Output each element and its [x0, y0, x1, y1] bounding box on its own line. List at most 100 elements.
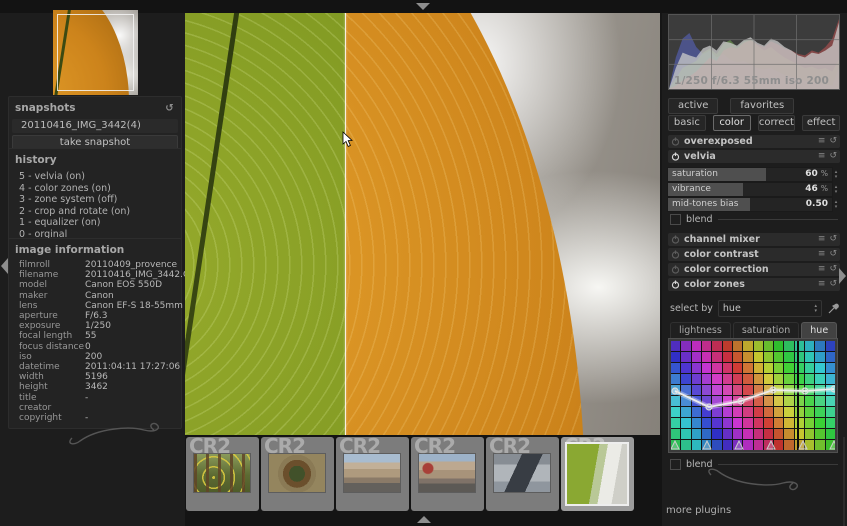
- presets-icon[interactable]: ≡: [818, 152, 826, 161]
- snapshot-item[interactable]: 20110416_IMG_3442(4): [12, 119, 178, 133]
- saturation-slider[interactable]: saturation 60 %: [668, 168, 832, 181]
- tab-favorites[interactable]: favorites: [730, 98, 794, 114]
- main-image-canvas[interactable]: [185, 13, 660, 435]
- tab-basic[interactable]: basic: [668, 115, 706, 131]
- slider-value: 60 %: [805, 169, 828, 179]
- module-name: color zones: [684, 279, 814, 290]
- history-item[interactable]: 1 - equalizer (on): [19, 217, 178, 229]
- presets-icon[interactable]: ≡: [818, 280, 826, 289]
- color-zones-channel-tabs: lightness saturation hue: [670, 322, 840, 338]
- tab-effect[interactable]: effect: [802, 115, 840, 131]
- left-panel: snapshots ↺ 20110416_IMG_3442(4) take sn…: [0, 13, 185, 526]
- reset-icon[interactable]: ↺: [829, 137, 837, 146]
- right-panel-scrollbar[interactable]: [843, 437, 845, 526]
- reset-icon[interactable]: ↺: [829, 235, 837, 244]
- select-by-dropdown[interactable]: hue ▴▾: [718, 300, 822, 317]
- collapse-left-panel-arrow-icon[interactable]: [1, 258, 8, 274]
- filmstrip-thumbnail-5[interactable]: CR2: [486, 437, 559, 511]
- info-row: width5196: [19, 372, 178, 382]
- info-row: apertureF/6.3: [19, 311, 178, 321]
- tab-saturation[interactable]: saturation: [733, 322, 799, 338]
- expand-bottom-panel-arrow-icon[interactable]: [417, 516, 431, 523]
- color-zones-curve-editor[interactable]: [668, 338, 838, 453]
- info-value: 200: [85, 352, 102, 362]
- navigation-viewport-frame[interactable]: [57, 14, 134, 91]
- thumbnail-image: [565, 442, 629, 506]
- filmstrip-thumbnail-4[interactable]: CR2: [411, 437, 484, 511]
- module-header-overexposed[interactable]: overexposed ≡ ↺: [668, 135, 840, 148]
- info-row: iso200: [19, 352, 178, 362]
- filmstrip-thumbnail-3[interactable]: CR2: [336, 437, 409, 511]
- module-header-color-zones[interactable]: color zones ≡ ↺: [668, 278, 840, 291]
- slider-stepper[interactable]: ▴▾: [832, 168, 840, 181]
- info-row: title-: [19, 393, 178, 403]
- thumbnail-image: [269, 454, 325, 492]
- blend-divider: [718, 219, 838, 220]
- expand-top-panel-arrow-icon[interactable]: [416, 3, 430, 10]
- snapshots-title: snapshots: [15, 102, 76, 114]
- mid-tones-bias-slider[interactable]: mid-tones bias 0.50: [668, 198, 832, 211]
- reset-icon[interactable]: ↺: [829, 280, 837, 289]
- thumbnail-image: [419, 454, 475, 492]
- curve-marker-icon: [735, 441, 743, 449]
- expand-right-panel-arrow-icon[interactable]: [839, 268, 846, 284]
- presets-icon[interactable]: ≡: [818, 235, 826, 244]
- power-icon[interactable]: [671, 280, 680, 289]
- info-label: model: [19, 280, 85, 290]
- velvia-module-body: saturation 60 % ▴▾ vibrance 46 % ▴▾: [668, 165, 840, 233]
- power-icon[interactable]: [671, 265, 680, 274]
- info-row: filmroll20110409_provence: [19, 260, 178, 270]
- more-plugins-link[interactable]: more plugins: [666, 505, 731, 516]
- module-header-color-contrast[interactable]: color contrast ≡ ↺: [668, 248, 840, 261]
- module-name: velvia: [684, 151, 814, 162]
- presets-icon[interactable]: ≡: [818, 250, 826, 259]
- reset-icon[interactable]: ↺: [829, 250, 837, 259]
- image-information-title: image information: [15, 244, 124, 256]
- power-icon[interactable]: [671, 137, 680, 146]
- module-header-channel-mixer[interactable]: channel mixer ≡ ↺: [668, 233, 840, 246]
- power-icon[interactable]: [671, 235, 680, 244]
- tab-hue[interactable]: hue: [801, 322, 837, 338]
- navigation-thumbnail[interactable]: [53, 10, 138, 95]
- snapshot-split-line[interactable]: [345, 13, 346, 435]
- histogram[interactable]: 1/250 f/6.3 55mm iso 200: [668, 14, 840, 90]
- history-title: history: [15, 154, 57, 166]
- history-item[interactable]: 4 - color zones (on): [19, 183, 178, 195]
- power-icon[interactable]: [671, 250, 680, 259]
- snapshot-leaf-image: [185, 13, 345, 435]
- history-item[interactable]: 5 - velvia (on): [19, 171, 178, 183]
- info-label: title: [19, 393, 85, 403]
- history-item[interactable]: 3 - zone system (off): [19, 194, 178, 206]
- filmstrip-thumbnail-6[interactable]: CR2: [561, 437, 634, 511]
- select-by-value: hue: [723, 303, 815, 314]
- reset-icon[interactable]: ↺: [829, 152, 837, 161]
- snapshots-reset-icon[interactable]: ↺: [164, 103, 175, 114]
- module-header-color-correction[interactable]: color correction ≡ ↺: [668, 263, 840, 276]
- color-picker-icon[interactable]: [827, 302, 840, 315]
- info-value: 0: [85, 342, 91, 352]
- slider-stepper[interactable]: ▴▾: [832, 183, 840, 196]
- info-row: filename20110416_IMG_3442.CR2: [19, 270, 178, 280]
- info-label: height: [19, 382, 85, 392]
- slider-stepper[interactable]: ▴▾: [832, 198, 840, 211]
- power-icon[interactable]: [671, 152, 680, 161]
- module-header-velvia[interactable]: velvia ≡ ↺: [668, 150, 840, 163]
- module-group-tabs: basic color correct effect: [668, 115, 840, 131]
- tab-color[interactable]: color: [713, 115, 751, 131]
- reset-icon[interactable]: ↺: [829, 265, 837, 274]
- color-zones-blend-checkbox[interactable]: [670, 459, 681, 470]
- info-label: filmroll: [19, 260, 85, 270]
- info-value: 55: [85, 331, 96, 341]
- curve-marker-icon: [767, 441, 775, 449]
- filmstrip-thumbnail-2[interactable]: CR2: [261, 437, 334, 511]
- filmstrip-thumbnail-1[interactable]: CR2: [186, 437, 259, 511]
- presets-icon[interactable]: ≡: [818, 137, 826, 146]
- curve-marker-icon: [703, 441, 711, 449]
- tab-lightness[interactable]: lightness: [670, 322, 731, 338]
- presets-icon[interactable]: ≡: [818, 265, 826, 274]
- history-item[interactable]: 2 - crop and rotate (on): [19, 206, 178, 218]
- tab-active[interactable]: active: [668, 98, 718, 114]
- vibrance-slider[interactable]: vibrance 46 %: [668, 183, 832, 196]
- velvia-blend-checkbox[interactable]: [670, 214, 681, 225]
- tab-correct[interactable]: correct: [758, 115, 796, 131]
